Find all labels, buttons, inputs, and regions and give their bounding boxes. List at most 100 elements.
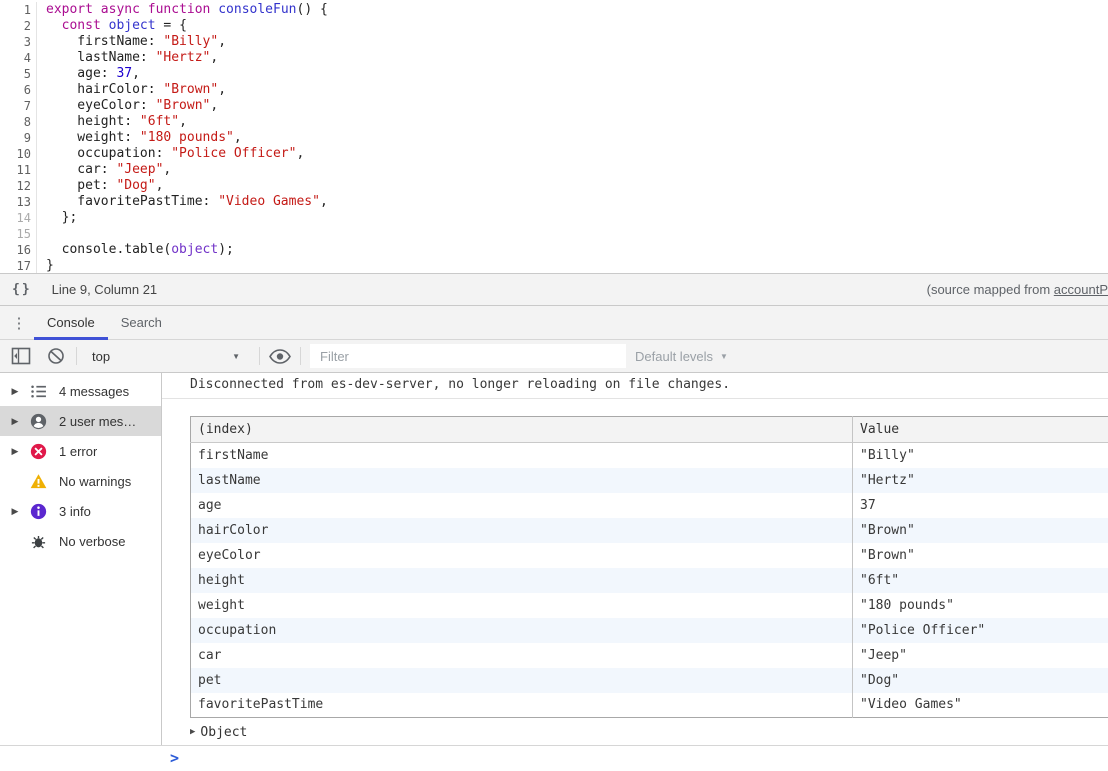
table-row: weight"180 pounds"	[191, 593, 1108, 618]
table-row: favoritePastTime"Video Games"	[191, 693, 1108, 718]
table-cell-index: occupation	[191, 618, 853, 643]
sidebar-item-errors[interactable]: ▶ 1 error	[0, 436, 161, 466]
code-text: }	[37, 258, 54, 273]
code-text: pet: "Dog",	[37, 178, 163, 194]
line-number[interactable]: 8	[0, 114, 37, 130]
code-line[interactable]: 6 hairColor: "Brown",	[0, 82, 1108, 98]
sidebar-item-label: 2 user mes…	[59, 414, 136, 429]
expand-arrow-icon[interactable]: ▶	[0, 386, 30, 397]
editor-status-bar: {} Line 9, Column 21 (source mapped from…	[0, 273, 1108, 306]
line-number[interactable]: 3	[0, 34, 37, 50]
code-text: export async function consoleFun() {	[37, 2, 328, 18]
table-cell-index: lastName	[191, 468, 853, 493]
line-number[interactable]: 13	[0, 194, 37, 210]
code-line[interactable]: 16 console.table(object);	[0, 242, 1108, 258]
sidebar-item-warnings[interactable]: No warnings	[0, 466, 161, 496]
line-number[interactable]: 4	[0, 50, 37, 66]
sidebar-item-user-messages[interactable]: ▶ 2 user mes…	[0, 406, 161, 436]
code-line[interactable]: 7 eyeColor: "Brown",	[0, 98, 1108, 114]
table-header-index[interactable]: (index)	[191, 417, 853, 443]
code-line[interactable]: 14 };	[0, 210, 1108, 226]
table-cell-value: 37	[853, 493, 1108, 518]
line-number[interactable]: 17	[0, 258, 37, 273]
info-icon	[30, 503, 47, 520]
table-cell-index: car	[191, 643, 853, 668]
error-icon	[30, 443, 47, 460]
tab-search-label: Search	[121, 315, 162, 330]
table-cell-value: "Dog"	[853, 668, 1108, 693]
expand-arrow-icon[interactable]: ▶	[0, 506, 30, 517]
code-text: favoritePastTime: "Video Games",	[37, 194, 328, 210]
live-expression-eye-icon[interactable]	[269, 345, 291, 367]
table-cell-index: height	[191, 568, 853, 593]
line-number[interactable]: 10	[0, 146, 37, 162]
table-cell-value: "6ft"	[853, 568, 1108, 593]
expand-arrow-icon[interactable]: ▶	[0, 446, 30, 457]
code-line[interactable]: 10 occupation: "Police Officer",	[0, 146, 1108, 162]
code-line[interactable]: 13 favoritePastTime: "Video Games",	[0, 194, 1108, 210]
tab-search[interactable]: Search	[108, 306, 175, 339]
code-text: eyeColor: "Brown",	[37, 98, 218, 114]
code-line[interactable]: 1export async function consoleFun() {	[0, 2, 1108, 18]
table-row: firstName"Billy"	[191, 443, 1108, 468]
table-header-row: (index)Value	[191, 417, 1108, 443]
code-text: car: "Jeep",	[37, 162, 171, 178]
context-selector-label: top	[92, 349, 110, 364]
kebab-menu-icon[interactable]: ⋮	[4, 306, 34, 339]
code-line[interactable]: 2 const object = {	[0, 18, 1108, 34]
line-number[interactable]: 6	[0, 82, 37, 98]
code-line[interactable]: 15	[0, 226, 1108, 242]
line-number[interactable]: 2	[0, 18, 37, 34]
code-text: lastName: "Hertz",	[37, 50, 218, 66]
pretty-print-icon[interactable]: {}	[12, 282, 32, 297]
line-number[interactable]: 15	[0, 226, 37, 242]
execution-context-selector[interactable]: top ▼	[86, 349, 250, 364]
code-text: firstName: "Billy",	[37, 34, 226, 50]
source-map-link[interactable]: accountP	[1054, 282, 1108, 297]
source-editor[interactable]: 1export async function consoleFun() {2 c…	[0, 0, 1108, 273]
code-line[interactable]: 4 lastName: "Hertz",	[0, 50, 1108, 66]
code-line[interactable]: 17}	[0, 258, 1108, 273]
line-number[interactable]: 5	[0, 66, 37, 82]
expand-arrow-icon[interactable]: ▶	[0, 416, 30, 427]
console-prompt[interactable]: >	[0, 745, 1108, 771]
object-expander[interactable]: ▶ Object	[162, 721, 1108, 743]
tab-console[interactable]: Console	[34, 306, 108, 339]
user-icon	[30, 413, 47, 430]
sidebar-item-label: 1 error	[59, 444, 97, 459]
code-line[interactable]: 3 firstName: "Billy",	[0, 34, 1108, 50]
sidebar-item-info[interactable]: ▶ 3 info	[0, 496, 161, 526]
table-row: hairColor"Brown"	[191, 518, 1108, 543]
line-number[interactable]: 14	[0, 210, 37, 226]
log-levels-dropdown[interactable]: Default levels ▼	[635, 349, 728, 364]
table-header-value[interactable]: Value	[853, 417, 1108, 443]
chevron-down-icon: ▼	[232, 352, 240, 361]
sidebar-item-label: 3 info	[59, 504, 91, 519]
code-line[interactable]: 9 weight: "180 pounds",	[0, 130, 1108, 146]
toolbar-separator	[76, 347, 77, 365]
tab-console-label: Console	[47, 315, 95, 330]
line-number[interactable]: 12	[0, 178, 37, 194]
clear-console-icon[interactable]	[45, 345, 67, 367]
line-number[interactable]: 7	[0, 98, 37, 114]
sidebar-item-verbose[interactable]: No verbose	[0, 526, 161, 556]
code-line[interactable]: 5 age: 37,	[0, 66, 1108, 82]
expand-arrow-icon[interactable]: ▶	[190, 727, 195, 737]
messages-list-icon	[30, 383, 47, 400]
filter-input[interactable]	[310, 344, 626, 368]
toggle-console-sidebar-icon[interactable]	[10, 345, 32, 367]
code-text: hairColor: "Brown",	[37, 82, 226, 98]
sidebar-item-messages[interactable]: ▶4 messages	[0, 376, 161, 406]
line-number[interactable]: 11	[0, 162, 37, 178]
table-cell-value: "180 pounds"	[853, 593, 1108, 618]
table-cell-value: "Jeep"	[853, 643, 1108, 668]
line-number[interactable]: 1	[0, 2, 37, 18]
toolbar-separator	[259, 347, 260, 365]
line-number[interactable]: 16	[0, 242, 37, 258]
code-line[interactable]: 8 height: "6ft",	[0, 114, 1108, 130]
table-cell-index: eyeColor	[191, 543, 853, 568]
code-line[interactable]: 12 pet: "Dog",	[0, 178, 1108, 194]
code-line[interactable]: 11 car: "Jeep",	[0, 162, 1108, 178]
line-number[interactable]: 9	[0, 130, 37, 146]
table-row: height"6ft"	[191, 568, 1108, 593]
